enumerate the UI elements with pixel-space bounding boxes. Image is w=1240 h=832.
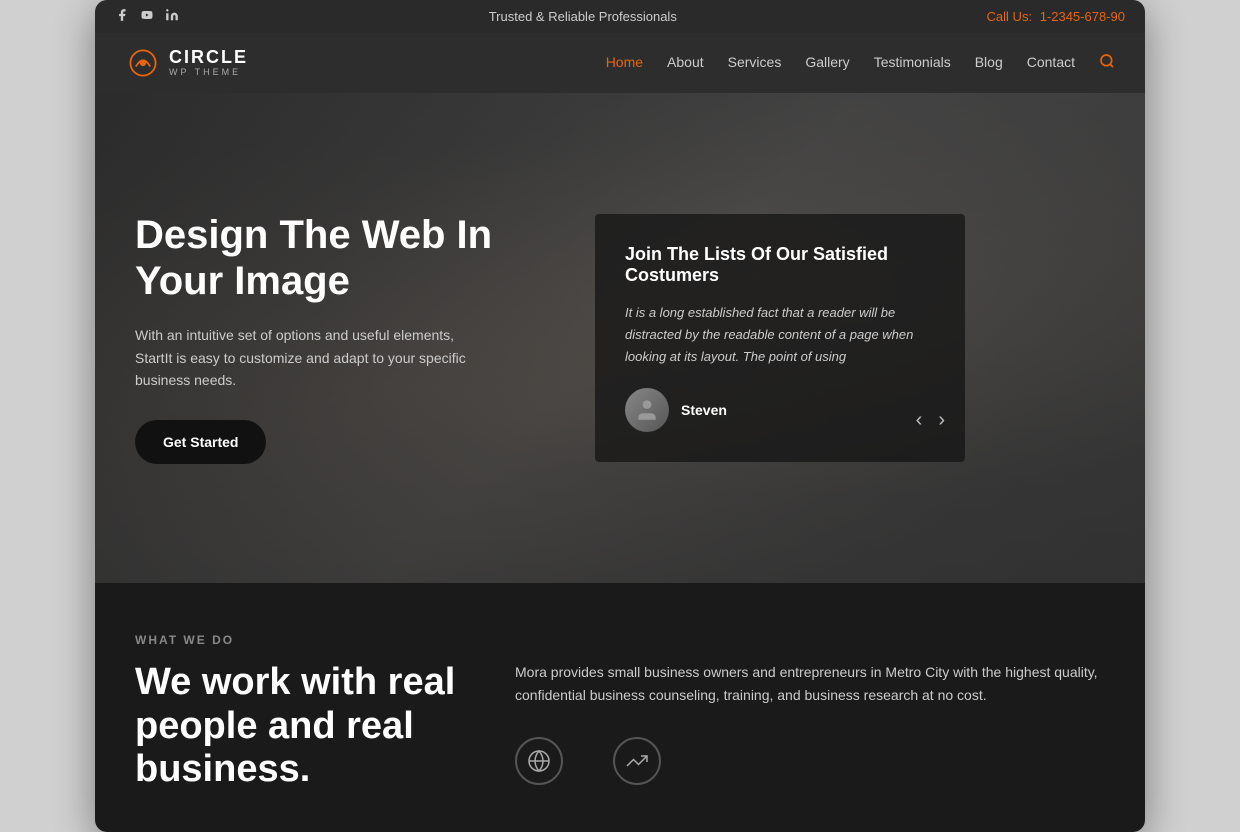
facebook-icon[interactable] [115, 8, 129, 25]
navbar: CIRCLE WP THEME Home About Services Gall… [95, 33, 1145, 93]
nav-link-services[interactable]: Services [728, 54, 782, 70]
linkedin-icon[interactable] [165, 8, 179, 25]
nav-link-contact[interactable]: Contact [1027, 54, 1075, 70]
author-name: Steven [681, 402, 727, 418]
nav-item-services[interactable]: Services [728, 54, 782, 72]
nav-link-blog[interactable]: Blog [975, 54, 1003, 70]
nav-item-about[interactable]: About [667, 54, 704, 72]
hero-content: Design The Web In Your Image With an int… [95, 93, 1145, 583]
bottom-heading: We work with real people and real busine… [135, 661, 475, 792]
tagline: Trusted & Reliable Professionals [489, 9, 677, 24]
bottom-heading-line3: business. [135, 748, 310, 790]
get-started-button[interactable]: Get Started [135, 420, 266, 464]
bottom-section: WHAT WE DO We work with real people and … [95, 583, 1145, 832]
call-us: Call Us: 1-2345-678-90 [987, 9, 1125, 24]
bottom-right: Mora provides small business owners and … [515, 633, 1105, 785]
next-arrow[interactable]: › [938, 409, 945, 432]
testimonial-author: Steven [625, 388, 935, 432]
carousel-controls: ‹ › [916, 409, 945, 432]
bottom-heading-line2: people and real [135, 705, 414, 747]
nav-item-home[interactable]: Home [606, 54, 643, 72]
testimonial-card: Join The Lists Of Our Satisfied Costumer… [595, 214, 965, 462]
nav-item-testimonials[interactable]: Testimonials [874, 54, 951, 72]
bottom-heading-line1: We work with real [135, 661, 455, 703]
nav-link-testimonials[interactable]: Testimonials [874, 54, 951, 70]
nav-link-home[interactable]: Home [606, 54, 643, 70]
chart-icon-item [613, 737, 661, 785]
search-icon[interactable] [1099, 56, 1115, 73]
nav-menu: Home About Services Gallery Testimonials… [606, 53, 1115, 74]
chart-icon [613, 737, 661, 785]
logo-title: CIRCLE [169, 48, 248, 68]
call-us-label: Call Us: [987, 9, 1033, 24]
bottom-description: Mora provides small business owners and … [515, 661, 1105, 707]
logo-subtitle: WP THEME [169, 68, 248, 78]
nav-item-contact[interactable]: Contact [1027, 54, 1075, 72]
nav-item-gallery[interactable]: Gallery [805, 54, 849, 72]
youtube-icon[interactable] [139, 9, 155, 24]
top-bar: Trusted & Reliable Professionals Call Us… [95, 0, 1145, 33]
hero-subtitle: With an intuitive set of options and use… [135, 324, 475, 391]
author-avatar [625, 388, 669, 432]
testimonial-heading: Join The Lists Of Our Satisfied Costumer… [625, 244, 935, 286]
globe-icon [515, 737, 563, 785]
nav-link-about[interactable]: About [667, 54, 704, 70]
section-label: WHAT WE DO [135, 633, 475, 647]
globe-icon-item [515, 737, 563, 785]
phone-number[interactable]: 1-2345-678-90 [1040, 9, 1125, 24]
social-icons [115, 8, 179, 25]
hero-left: Design The Web In Your Image With an int… [135, 212, 555, 463]
hero-section: Design The Web In Your Image With an int… [95, 93, 1145, 583]
prev-arrow[interactable]: ‹ [916, 409, 923, 432]
bottom-icons [515, 737, 1105, 785]
browser-window: Trusted & Reliable Professionals Call Us… [95, 0, 1145, 832]
bottom-left: WHAT WE DO We work with real people and … [135, 633, 475, 792]
nav-item-blog[interactable]: Blog [975, 54, 1003, 72]
hero-title: Design The Web In Your Image [135, 212, 555, 304]
testimonial-text: It is a long established fact that a rea… [625, 302, 935, 368]
nav-link-gallery[interactable]: Gallery [805, 54, 849, 70]
logo[interactable]: CIRCLE WP THEME [125, 45, 248, 81]
